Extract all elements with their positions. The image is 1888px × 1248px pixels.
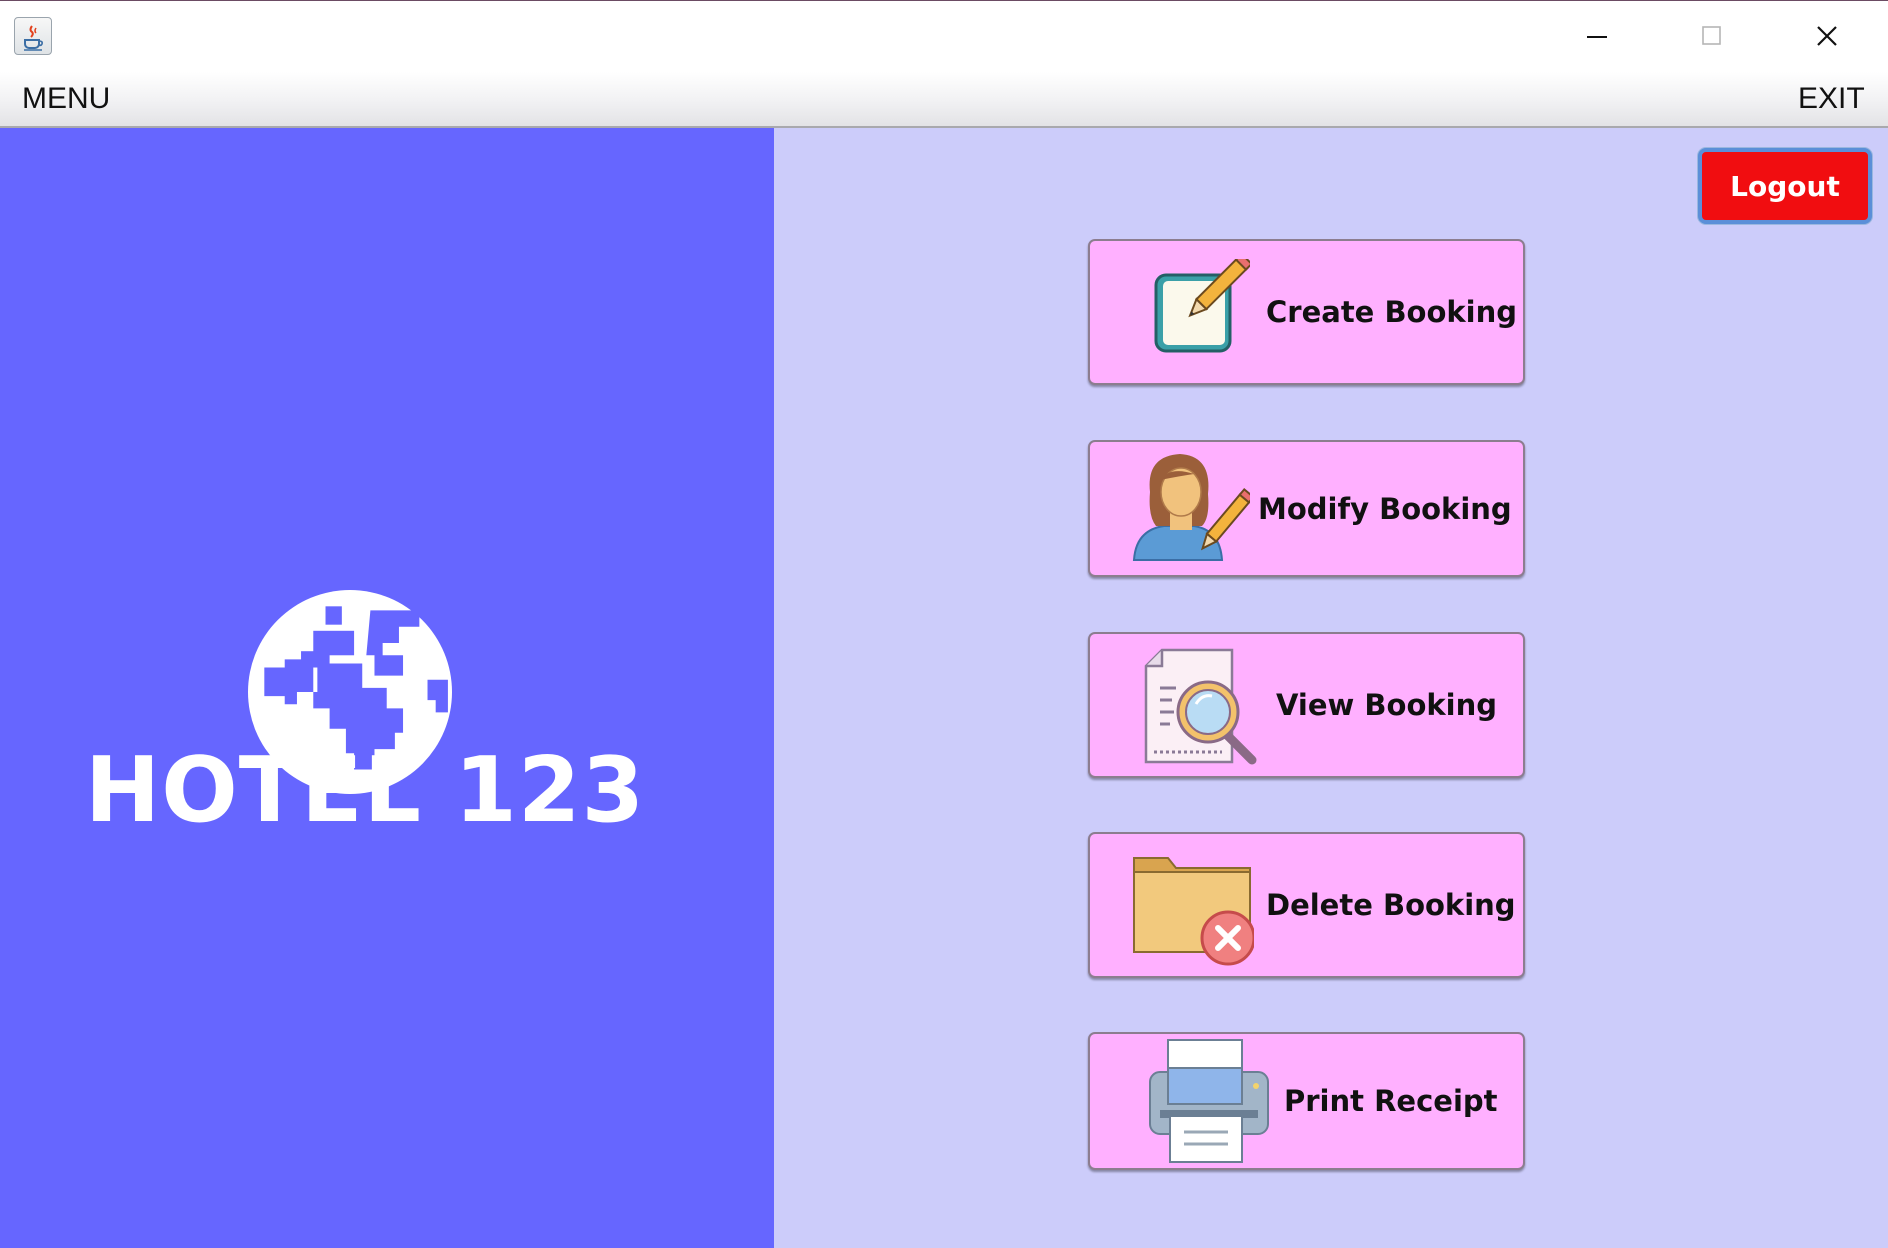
create-booking-label: Create Booking: [1266, 295, 1518, 329]
java-cup-icon[interactable]: [14, 17, 52, 55]
modify-booking-label: Modify Booking: [1258, 491, 1512, 526]
document-search-icon: [1144, 648, 1257, 765]
view-booking-label: View Booking: [1276, 688, 1498, 722]
delete-booking-button[interactable]: Delete Booking: [1088, 832, 1525, 978]
modify-booking-button[interactable]: Modify Booking: [1088, 440, 1525, 577]
view-booking-button[interactable]: View Booking: [1088, 632, 1525, 778]
logout-button[interactable]: Logout: [1698, 148, 1872, 224]
notepad-pencil-icon: [1154, 259, 1250, 353]
delete-booking-label: Delete Booking: [1266, 888, 1516, 922]
menu-exit[interactable]: EXIT: [1798, 82, 1865, 116]
minimize-button[interactable]: [1542, 1, 1652, 71]
menu-menu[interactable]: MENU: [22, 82, 110, 116]
print-receipt-label: Print Receipt: [1284, 1084, 1498, 1118]
menu-bar: MENU EXIT: [0, 72, 1888, 128]
window-titlebar: [0, 0, 1888, 72]
branding-panel: HOTEL 123: [0, 128, 774, 1248]
folder-delete-icon: [1133, 857, 1254, 966]
minimize-icon: [1587, 36, 1607, 38]
close-icon: [1817, 26, 1837, 46]
hotel-name: HOTEL 123: [84, 738, 646, 843]
maximize-button[interactable]: [1657, 1, 1767, 71]
maximize-icon: [1702, 26, 1721, 45]
printer-icon: [1149, 1039, 1269, 1163]
create-booking-button[interactable]: Create Booking: [1088, 239, 1525, 385]
close-button[interactable]: [1772, 1, 1882, 71]
user-edit-icon: [1132, 454, 1250, 561]
print-receipt-button[interactable]: Print Receipt: [1088, 1032, 1525, 1170]
